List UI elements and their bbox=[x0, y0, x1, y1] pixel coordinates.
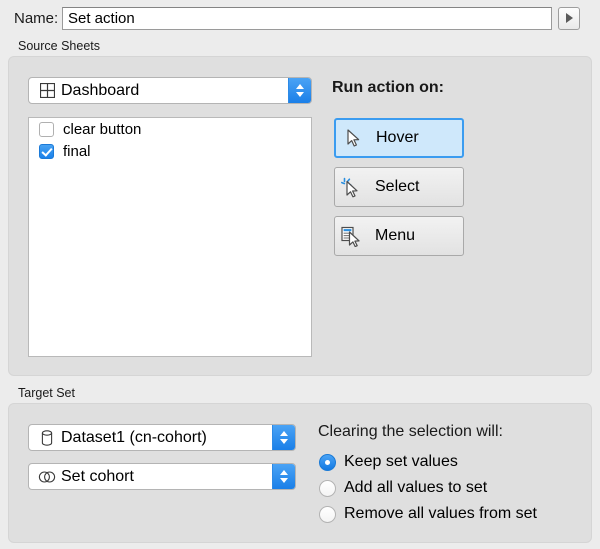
target-set-title: Target Set bbox=[18, 386, 75, 400]
clearing-option-remove[interactable]: Remove all values from set bbox=[319, 505, 537, 523]
dataset-stepper[interactable] bbox=[272, 425, 295, 450]
clearing-option-label: Remove all values from set bbox=[344, 505, 537, 522]
chevron-up-icon bbox=[296, 84, 304, 89]
clearing-option-label: Keep set values bbox=[344, 453, 458, 470]
clearing-selection-label: Clearing the selection will: bbox=[318, 423, 503, 440]
database-icon bbox=[35, 429, 59, 446]
pointer-arrow-icon bbox=[336, 128, 370, 148]
sheet-label: final bbox=[63, 142, 91, 160]
name-row: Name: bbox=[0, 0, 600, 36]
source-sheet-stepper[interactable] bbox=[288, 78, 311, 103]
set-venn-icon bbox=[35, 470, 59, 484]
radio-button[interactable] bbox=[319, 453, 336, 471]
sheet-label: clear button bbox=[63, 120, 142, 138]
radio-button[interactable] bbox=[319, 505, 336, 523]
dataset-value: Dataset1 (cn-cohort) bbox=[61, 428, 207, 446]
list-item[interactable]: clear button bbox=[29, 118, 311, 140]
run-action-hover-button[interactable]: Hover bbox=[334, 118, 464, 158]
pointer-click-icon bbox=[335, 177, 369, 198]
run-action-select-button[interactable]: Select bbox=[334, 167, 464, 207]
clearing-option-keep[interactable]: Keep set values bbox=[319, 453, 458, 471]
play-triangle-icon bbox=[565, 13, 573, 23]
sheet-checkbox[interactable] bbox=[39, 121, 54, 137]
set-stepper[interactable] bbox=[272, 464, 295, 489]
run-action-menu-label: Menu bbox=[375, 227, 416, 244]
run-action-select-label: Select bbox=[375, 178, 420, 195]
chevron-down-icon bbox=[280, 478, 288, 483]
chevron-down-icon bbox=[280, 439, 288, 444]
radio-button[interactable] bbox=[319, 479, 336, 497]
name-label: Name: bbox=[14, 9, 59, 27]
sheet-checkbox[interactable] bbox=[39, 143, 54, 159]
dataset-select[interactable]: Dataset1 (cn-cohort) bbox=[28, 424, 296, 451]
clearing-option-label: Add all values to set bbox=[344, 479, 488, 496]
set-select[interactable]: Set cohort bbox=[28, 463, 296, 490]
chevron-down-icon bbox=[296, 92, 304, 97]
name-options-button[interactable] bbox=[558, 6, 580, 30]
chevron-up-icon bbox=[280, 470, 288, 475]
source-sheets-list[interactable]: clear button final bbox=[28, 117, 312, 357]
run-action-on-label: Run action on: bbox=[332, 79, 444, 96]
clearing-option-add[interactable]: Add all values to set bbox=[319, 479, 487, 497]
set-value: Set cohort bbox=[61, 467, 134, 485]
chevron-up-icon bbox=[280, 431, 288, 436]
name-input[interactable] bbox=[62, 6, 552, 30]
pointer-menu-icon bbox=[335, 226, 369, 247]
list-item[interactable]: final bbox=[29, 140, 311, 162]
run-action-hover-label: Hover bbox=[376, 129, 419, 146]
dashboard-grid-icon bbox=[35, 83, 59, 98]
source-sheet-select[interactable]: Dashboard bbox=[28, 77, 312, 104]
run-action-menu-button[interactable]: Menu bbox=[334, 216, 464, 256]
source-sheet-value: Dashboard bbox=[61, 81, 140, 99]
source-sheets-title: Source Sheets bbox=[18, 39, 100, 53]
